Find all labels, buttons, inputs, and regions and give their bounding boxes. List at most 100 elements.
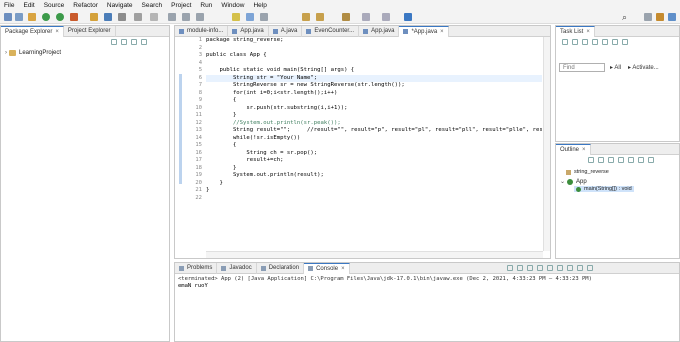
show-whitespace-icon[interactable] — [260, 13, 268, 21]
editor-tab[interactable]: App.java — [228, 25, 269, 37]
outline-package[interactable]: string_reverse — [566, 169, 609, 175]
terminate-icon[interactable] — [507, 265, 513, 271]
code-line[interactable]: for(int i=0;i<str.length();i++) — [206, 90, 542, 98]
console-tab-console[interactable]: Console × — [304, 262, 350, 274]
run-as-icon[interactable] — [56, 13, 64, 21]
external-tools-icon[interactable] — [70, 13, 78, 21]
editor-tab[interactable]: *App.java × — [399, 25, 449, 37]
code-line[interactable]: sr.push(str.substring(i,i+1)); — [206, 105, 542, 113]
tab-project-explorer[interactable]: Project Explorer — [64, 25, 116, 37]
code-line[interactable]: //System.out.println(sr.peak()); — [206, 120, 542, 128]
filter-icon[interactable] — [591, 39, 598, 45]
close-icon[interactable]: × — [582, 147, 586, 153]
pin-console-icon[interactable] — [566, 265, 573, 271]
chevron-down-icon[interactable]: ⌄ — [560, 178, 565, 185]
toggle-mark-icon[interactable] — [150, 13, 158, 21]
outline-method[interactable]: main(String[]) : void — [574, 186, 634, 192]
editor-tab[interactable]: A.java — [269, 25, 303, 37]
new-icon[interactable] — [4, 13, 12, 21]
forward-icon[interactable] — [196, 13, 204, 21]
menu-item-window[interactable]: Window — [221, 2, 244, 9]
editor-tab[interactable]: module-info... — [175, 25, 229, 37]
debug-icon[interactable] — [28, 13, 36, 21]
code-line[interactable] — [206, 45, 542, 53]
pin-editor-icon[interactable] — [404, 13, 412, 21]
next-annotation-icon[interactable] — [302, 13, 310, 21]
menu-item-refactor[interactable]: Refactor — [73, 2, 98, 9]
tree-item-project[interactable]: › LearningProject — [5, 50, 61, 56]
code-line[interactable]: package string_reverse; — [206, 37, 542, 45]
code-line[interactable]: } — [206, 165, 542, 173]
activate-link[interactable]: ▸ Activate... — [628, 64, 659, 71]
menu-item-help[interactable]: Help — [253, 2, 266, 9]
open-perspective-icon[interactable] — [644, 13, 652, 21]
code-line[interactable]: public static void main(String[] args) { — [206, 67, 542, 75]
code-line[interactable]: System.out.println(result); — [206, 172, 542, 180]
new-query-icon[interactable] — [571, 39, 578, 45]
open-console-icon[interactable] — [586, 265, 593, 271]
collapse-all-icon[interactable] — [111, 39, 117, 45]
new-class-icon[interactable] — [104, 13, 112, 21]
link-editor-icon[interactable] — [647, 157, 654, 163]
editor-tab[interactable]: EvenCounter... — [302, 25, 360, 37]
tab-outline[interactable]: Outline × — [556, 143, 591, 155]
prev-annotation-icon[interactable] — [316, 13, 324, 21]
clear-console-icon[interactable] — [536, 265, 543, 271]
menu-item-source[interactable]: Source — [44, 2, 65, 9]
menu-item-edit[interactable]: Edit — [23, 2, 34, 9]
save-icon[interactable] — [15, 13, 23, 21]
nav-forward-icon[interactable] — [382, 13, 390, 21]
word-wrap-icon[interactable] — [556, 265, 563, 271]
horizontal-scrollbar[interactable] — [206, 251, 543, 258]
code-line[interactable] — [206, 195, 542, 203]
new-java-project-icon[interactable] — [90, 13, 98, 21]
code-line[interactable]: } — [206, 180, 542, 188]
menu-item-project[interactable]: Project — [171, 2, 191, 9]
sort-icon[interactable] — [588, 157, 594, 163]
scroll-lock-icon[interactable] — [546, 265, 553, 271]
close-icon[interactable]: × — [55, 29, 59, 35]
java-perspective-icon[interactable] — [656, 13, 664, 21]
code-line[interactable]: String str = "Your Name"; — [206, 74, 542, 82]
display-console-icon[interactable] — [576, 265, 583, 271]
chevron-right-icon[interactable]: › — [5, 50, 7, 56]
nav-back-icon[interactable] — [362, 13, 370, 21]
last-edit-icon[interactable] — [342, 13, 350, 21]
view-menu-icon[interactable] — [621, 39, 628, 45]
console-output[interactable]: emaN ruoY — [175, 283, 679, 289]
code-line[interactable] — [206, 60, 542, 68]
hide-local-icon[interactable] — [627, 157, 634, 163]
close-icon[interactable]: × — [341, 266, 345, 272]
code-line[interactable]: String ch = sr.pop(); — [206, 150, 542, 158]
remove-all-icon[interactable] — [526, 265, 533, 271]
tab-task-list[interactable]: Task List × — [556, 25, 595, 37]
code-line[interactable]: result+=ch; — [206, 157, 542, 165]
filter-icon[interactable] — [130, 39, 137, 45]
close-icon[interactable]: × — [586, 29, 590, 35]
collapse-icon[interactable] — [601, 39, 608, 45]
menu-item-navigate[interactable]: Navigate — [107, 2, 133, 9]
menu-item-run[interactable]: Run — [200, 2, 212, 9]
block-selection-icon[interactable] — [246, 13, 254, 21]
view-menu-icon[interactable] — [140, 39, 147, 45]
search-toolbar-icon[interactable] — [134, 13, 142, 21]
console-tab-problems[interactable]: Problems — [175, 262, 218, 274]
close-icon[interactable]: × — [440, 29, 444, 35]
editor-tab[interactable]: App.java — [359, 25, 400, 37]
code-line[interactable]: while(!sr.isEmpty()) — [206, 135, 542, 143]
focus-icon[interactable] — [611, 39, 618, 45]
focus-icon[interactable] — [637, 157, 644, 163]
new-task-icon[interactable] — [562, 39, 568, 45]
back-icon[interactable] — [182, 13, 190, 21]
code-line[interactable]: public class App { — [206, 52, 542, 60]
vertical-scrollbar[interactable] — [543, 37, 550, 251]
link-editor-icon[interactable] — [120, 39, 127, 45]
code-line[interactable]: { — [206, 142, 542, 150]
outline-class[interactable]: ⌄ App — [560, 178, 587, 185]
menu-item-file[interactable]: File — [4, 2, 14, 9]
sync-icon[interactable] — [581, 39, 588, 45]
debug-perspective-icon[interactable] — [668, 13, 676, 21]
console-tab-declaration[interactable]: Declaration — [257, 262, 305, 274]
code-line[interactable]: StringReverse sr = new StringReverse(str… — [206, 82, 542, 90]
code-line[interactable]: { — [206, 97, 542, 105]
